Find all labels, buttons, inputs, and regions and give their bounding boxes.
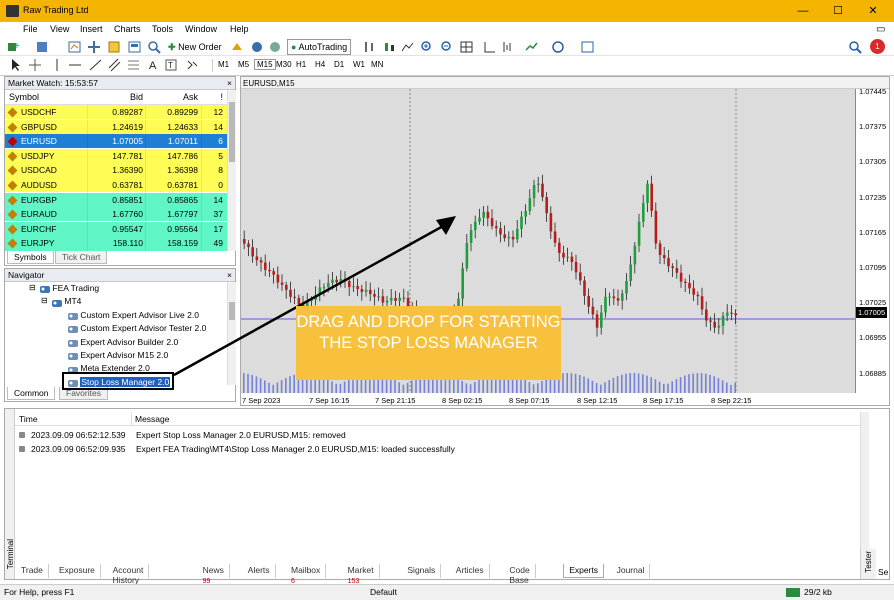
tester-tab[interactable]: Se (878, 567, 888, 577)
tab-news[interactable]: News 99 (198, 564, 230, 585)
instruction-callout: DRAG AND DROP FOR STARTING THE STOP LOSS… (296, 306, 561, 380)
tab-exposure[interactable]: Exposure (54, 564, 101, 578)
status-bar: For Help, press F1 Default 29/2 kb (0, 584, 894, 600)
status-profile: Default (370, 587, 397, 597)
tab-account-history[interactable]: Account History (108, 564, 150, 585)
status-traffic: 29/2 kb (804, 587, 832, 597)
log-icon (19, 432, 25, 438)
terminal-side: Terminal (5, 409, 15, 579)
log-message: Expert FEA Trading\MT4\Stop Loss Manager… (136, 444, 455, 454)
tab-label: Code Base (509, 565, 530, 585)
tab-code-base[interactable]: Code Base (504, 564, 536, 585)
terminal-header: Time Message (15, 412, 860, 426)
status-help: For Help, press F1 (4, 587, 75, 597)
tab-label: Journal (616, 565, 645, 575)
tab-articles[interactable]: Articles (451, 564, 490, 578)
tab-experts[interactable]: Experts (563, 564, 605, 578)
tab-label: Trade (21, 565, 43, 575)
log-row[interactable]: 2023.09.09 06:52:09.935 Expert FEA Tradin… (15, 442, 860, 456)
tab-signals[interactable]: Signals (402, 564, 442, 578)
log-message: Expert Stop Loss Manager 2.0 EURUSD,M15:… (136, 430, 346, 440)
tab-market[interactable]: Market 153 (343, 564, 380, 585)
log-time: 2023.09.09 06:52:12.539 (31, 430, 126, 440)
log-row[interactable]: 2023.09.09 06:52:12.539 Expert Stop Loss … (15, 428, 860, 442)
tab-mailbox[interactable]: Mailbox 6 (286, 564, 327, 585)
tester-label[interactable]: Tester (864, 551, 873, 573)
tab-alerts[interactable]: Alerts (243, 564, 276, 578)
terminal-label: Terminal (6, 539, 15, 570)
tab-label: Mailbox (291, 565, 321, 575)
tab-label: Experts (569, 565, 599, 575)
terminal-scrollbar[interactable] (860, 412, 869, 562)
col-message[interactable]: Message (135, 414, 170, 424)
tab-label: Alerts (247, 565, 270, 575)
connection-icon (786, 588, 800, 597)
tester-side: Tester (860, 549, 876, 579)
tab-label: Signals (407, 565, 436, 575)
tab-label: Market (347, 565, 374, 575)
col-time[interactable]: Time (19, 414, 38, 424)
tab-journal[interactable]: Journal (612, 564, 651, 578)
tab-label: News (202, 565, 224, 575)
tab-trade[interactable]: Trade (16, 564, 49, 578)
log-icon (19, 446, 25, 452)
tab-label: Account History (112, 565, 144, 585)
terminal-panel: Terminal Time Message 2023.09.09 06:52:1… (4, 408, 890, 580)
log-time: 2023.09.09 06:52:09.935 (31, 444, 126, 454)
tab-label: Exposure (59, 565, 95, 575)
tab-label: Articles (455, 565, 484, 575)
